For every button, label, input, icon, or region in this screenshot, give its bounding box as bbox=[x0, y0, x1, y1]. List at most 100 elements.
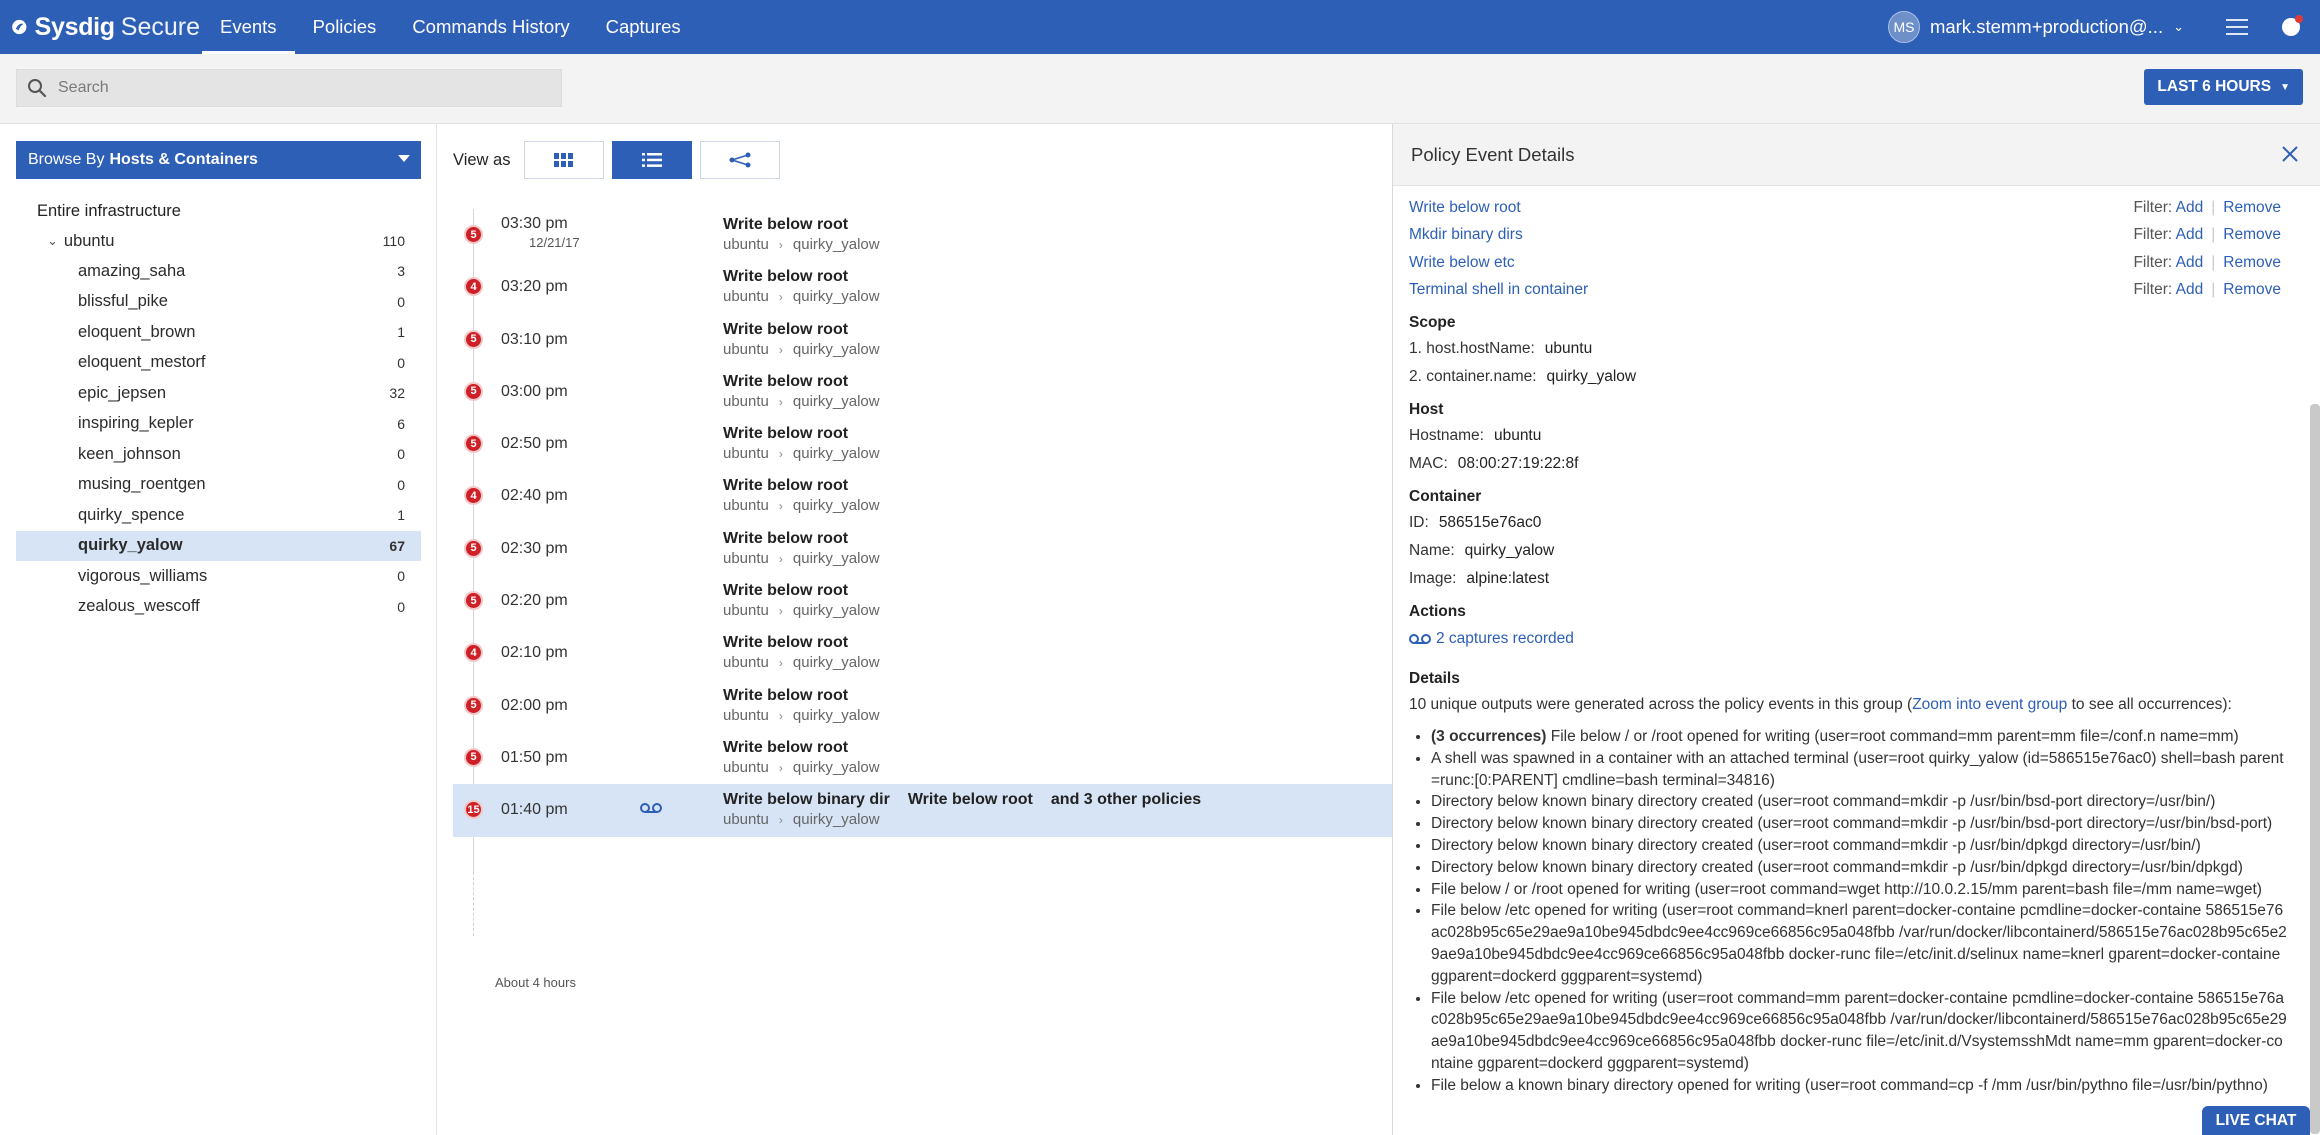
time-range-label: LAST 6 HOURS bbox=[2157, 78, 2272, 95]
flow-view-button[interactable] bbox=[700, 141, 781, 179]
event-row[interactable]: 4 02:40 pm Write below root ubuntu › quirky_y… bbox=[453, 470, 1392, 522]
scope-item: 1. host.hostName: ubuntu bbox=[1409, 335, 2289, 363]
severity-badge: 5 bbox=[464, 538, 483, 558]
event-row[interactable]: 5 03:10 pm Write below root ubuntu › quirky_y… bbox=[453, 314, 1392, 366]
policy-link[interactable]: Write below root bbox=[1409, 199, 1521, 217]
chevron-down-icon[interactable]: ⌄ bbox=[47, 233, 58, 249]
event-row[interactable]: 5 02:50 pm Write below root ubuntu › quirky_y… bbox=[453, 418, 1392, 470]
event-row[interactable]: 5 02:30 pm Write below root ubuntu › quirky_y… bbox=[453, 523, 1392, 575]
occurrence-count: (3 occurrences) bbox=[1431, 728, 1547, 745]
event-policy-name: Write below root bbox=[723, 320, 849, 338]
event-time: 02:00 pm bbox=[501, 696, 568, 714]
severity-badge: 5 bbox=[464, 381, 483, 401]
policy-link[interactable]: Mkdir binary dirs bbox=[1409, 226, 1523, 244]
event-row[interactable]: 5 01:50 pm Write below root ubuntu › quirky_y… bbox=[453, 732, 1392, 784]
event-policies: Write below root bbox=[723, 582, 866, 600]
tree-item-container[interactable]: zealous_wescoff 0 bbox=[16, 592, 421, 623]
filter-remove-button[interactable]: Remove bbox=[2223, 254, 2281, 271]
event-policies: Write below root bbox=[723, 268, 866, 286]
tree-item-container[interactable]: musing_roentgen 0 bbox=[16, 470, 421, 501]
event-container: quirky_yalow bbox=[792, 445, 880, 463]
captures-link-label[interactable]: 2 captures recorded bbox=[1436, 630, 1574, 648]
nav-events[interactable]: Events bbox=[202, 0, 295, 54]
event-time: 02:10 pm bbox=[501, 644, 568, 662]
avatar[interactable]: MS bbox=[1887, 11, 1920, 43]
user-menu[interactable]: mark.stemm+production@... bbox=[1930, 16, 2163, 38]
event-policies: Write below root bbox=[723, 321, 866, 339]
event-container: quirky_yalow bbox=[792, 392, 880, 410]
tree-count: 32 bbox=[389, 385, 405, 402]
search-box[interactable] bbox=[16, 69, 562, 107]
host-key: Hostname: bbox=[1409, 427, 1484, 444]
output-text: File below / or /root opened for writing… bbox=[1546, 728, 2239, 745]
browse-by-dropdown[interactable]: Browse By Hosts & Containers bbox=[16, 141, 421, 179]
event-time: 01:50 pm bbox=[501, 748, 568, 766]
captures-link[interactable]: 2 captures recorded bbox=[1409, 625, 2289, 652]
event-time: 02:40 pm bbox=[501, 487, 568, 505]
recording-icon[interactable] bbox=[640, 802, 662, 814]
live-chat-button[interactable]: LIVE CHAT bbox=[2202, 1106, 2310, 1135]
tree-count: 1 bbox=[397, 324, 405, 341]
nav-commands-history[interactable]: Commands History bbox=[394, 0, 587, 54]
tree-item-container[interactable]: inspiring_kepler 6 bbox=[16, 409, 421, 440]
tree-item-container[interactable]: keen_johnson 0 bbox=[16, 439, 421, 470]
filter-add-button[interactable]: Add bbox=[2176, 254, 2204, 271]
event-host: ubuntu bbox=[723, 811, 769, 829]
event-row[interactable]: 15 01:40 pm Write below binary dir Write be… bbox=[453, 784, 1392, 837]
container-title: Container bbox=[1409, 488, 1482, 505]
tree-item-container[interactable]: quirky_spence 1 bbox=[16, 500, 421, 531]
tree-item-container[interactable]: eloquent_mestorf 0 bbox=[16, 348, 421, 379]
filter-remove-button[interactable]: Remove bbox=[2223, 226, 2281, 243]
nav-policies[interactable]: Policies bbox=[295, 0, 395, 54]
policy-link[interactable]: Write below etc bbox=[1409, 254, 1515, 272]
list-item: A shell was spawned in a container with … bbox=[1431, 748, 2289, 792]
brand-logo[interactable]: Sysdig Secure bbox=[0, 0, 200, 54]
details-body: Write below root Filter: Add | Remove Mkdir … bbox=[1409, 186, 2289, 1135]
chevron-right-icon: › bbox=[778, 604, 783, 619]
list-view-button[interactable] bbox=[612, 141, 693, 179]
filter-remove-button[interactable]: Remove bbox=[2223, 281, 2281, 298]
top-navigation-bar: Sysdig Secure Events Policies Commands H… bbox=[0, 0, 2320, 54]
close-icon[interactable] bbox=[2280, 144, 2300, 164]
event-row[interactable]: 5 03:00 pm Write below root ubuntu › quirky_y… bbox=[453, 366, 1392, 418]
filter-label: Filter: bbox=[2133, 253, 2173, 271]
event-row[interactable]: 4 03:20 pm Write below root ubuntu › quirky_y… bbox=[453, 261, 1392, 313]
tree-item-label: blissful_pike bbox=[78, 292, 168, 311]
event-row[interactable]: 5 03:30 pm 12/21/17 Write below root ubuntu ›… bbox=[453, 209, 1392, 261]
event-time: 03:30 pm bbox=[501, 215, 568, 232]
filter-divider: | bbox=[2211, 281, 2216, 299]
nav-captures[interactable]: Captures bbox=[588, 0, 699, 54]
tree-item-container[interactable]: quirky_yalow 67 bbox=[16, 530, 421, 561]
tree-item-container[interactable]: epic_jepsen 32 bbox=[16, 378, 421, 409]
policy-link[interactable]: Terminal shell in container bbox=[1409, 281, 1588, 299]
filter-add-button[interactable]: Add bbox=[2176, 199, 2204, 216]
search-input[interactable] bbox=[58, 79, 538, 97]
tree-count: 0 bbox=[397, 476, 405, 493]
tree-root[interactable]: Entire infrastructure bbox=[16, 196, 421, 226]
severity-badge: 5 bbox=[464, 695, 483, 715]
severity-badge: 4 bbox=[464, 277, 483, 297]
tree-host-ubuntu[interactable]: ⌄ ubuntu 110 bbox=[16, 226, 421, 256]
tree-item-container[interactable]: vigorous_williams 0 bbox=[16, 561, 421, 592]
event-row[interactable]: 4 02:10 pm Write below root ubuntu › quirky_y… bbox=[453, 627, 1392, 679]
details-header: Policy Event Details bbox=[1393, 124, 2320, 186]
details-scrollbar[interactable] bbox=[2310, 404, 2320, 1134]
event-row[interactable]: 5 02:20 pm Write below root ubuntu › quirky_y… bbox=[453, 575, 1392, 627]
chevron-down-icon[interactable]: ⌄ bbox=[2173, 19, 2184, 35]
notifications-icon[interactable] bbox=[2282, 15, 2303, 36]
host-item: Hostname: ubuntu bbox=[1409, 422, 2289, 450]
zoom-into-event-group-link[interactable]: Zoom into event group bbox=[1912, 696, 2067, 713]
event-row[interactable]: 5 02:00 pm Write below root ubuntu › quirky_y… bbox=[453, 680, 1392, 732]
filter-remove-button[interactable]: Remove bbox=[2223, 199, 2281, 216]
grid-view-button[interactable] bbox=[524, 141, 605, 179]
container-key: ID: bbox=[1409, 514, 1429, 531]
tree-item-container[interactable]: amazing_saha 3 bbox=[16, 256, 421, 287]
filter-add-button[interactable]: Add bbox=[2176, 281, 2204, 298]
tree-item-container[interactable]: blissful_pike 0 bbox=[16, 287, 421, 318]
hamburger-menu-icon[interactable] bbox=[2226, 19, 2248, 35]
event-policy-name: Write below root bbox=[723, 529, 849, 547]
time-range-button[interactable]: LAST 6 HOURS ▼ bbox=[2144, 69, 2303, 105]
event-date: 12/21/17 bbox=[529, 235, 580, 250]
filter-add-button[interactable]: Add bbox=[2176, 226, 2204, 243]
tree-item-container[interactable]: eloquent_brown 1 bbox=[16, 317, 421, 348]
